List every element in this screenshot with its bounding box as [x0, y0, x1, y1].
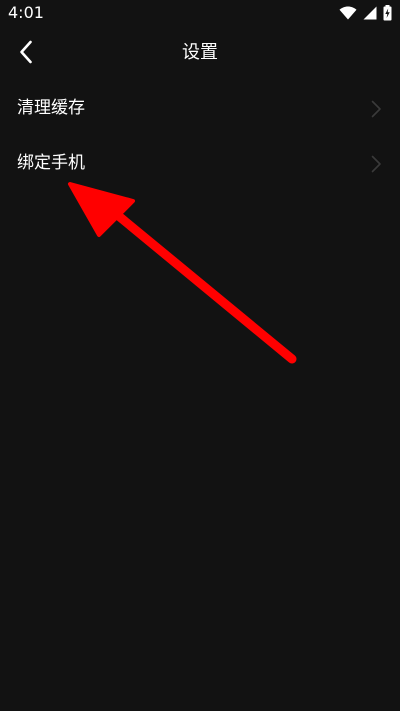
status-icons — [339, 4, 392, 22]
chevron-right-icon — [370, 100, 382, 118]
page-title: 设置 — [182, 42, 218, 63]
settings-item-label: 绑定手机 — [17, 153, 85, 173]
nav-bar: 设置 — [0, 28, 400, 80]
settings-list: 清理缓存 绑定手机 — [0, 82, 400, 192]
chevron-right-icon — [370, 155, 382, 173]
status-time: 4:01 — [8, 3, 44, 22]
settings-item-clear-cache[interactable]: 清理缓存 — [0, 82, 400, 137]
battery-charging-icon — [383, 5, 392, 21]
settings-item-label: 清理缓存 — [17, 98, 85, 118]
wifi-icon — [339, 6, 357, 20]
status-bar: 4:01 — [0, 0, 400, 28]
settings-item-bind-phone[interactable]: 绑定手机 — [0, 137, 400, 192]
cell-signal-icon — [363, 6, 377, 20]
